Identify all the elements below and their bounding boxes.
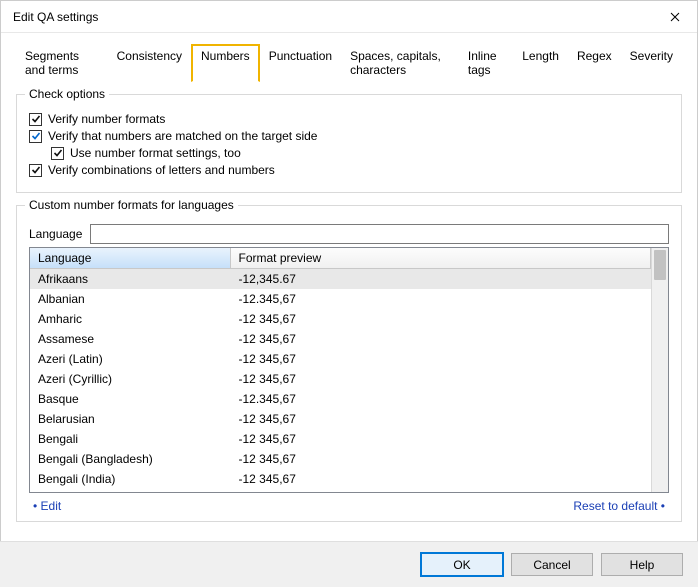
close-button[interactable] <box>653 1 697 33</box>
tab-consistency[interactable]: Consistency <box>108 44 191 82</box>
tab-segments-and-terms[interactable]: Segments and terms <box>16 44 108 82</box>
cell-preview: -12 345,67 <box>230 409 651 429</box>
tab-strip: Segments and termsConsistencyNumbersPunc… <box>16 43 682 82</box>
table-row[interactable]: Amharic-12 345,67 <box>30 309 651 329</box>
verify-letter-number-combos-row[interactable]: Verify combinations of letters and numbe… <box>29 163 669 177</box>
checkbox-icon <box>29 164 42 177</box>
cell-language: Assamese <box>30 329 230 349</box>
table-row[interactable]: Basque-12.345,67 <box>30 389 651 409</box>
language-input[interactable] <box>90 224 669 244</box>
table-row[interactable]: Albanian-12.345,67 <box>30 289 651 309</box>
cell-preview: -12 345,67 <box>230 429 651 449</box>
verify-number-formats-row[interactable]: Verify number formats <box>29 112 669 126</box>
edit-link[interactable]: Edit <box>33 499 61 513</box>
language-label: Language <box>29 227 82 241</box>
cell-preview: -12 345,67 <box>230 329 651 349</box>
cell-preview: -12 345,67 <box>230 449 651 469</box>
reset-default-link[interactable]: Reset to default <box>573 499 665 513</box>
ok-button[interactable]: OK <box>421 553 503 576</box>
checkbox-label: Use number format settings, too <box>70 146 241 160</box>
formats-table-scroll: Language Format preview Afrikaans-12,345… <box>30 248 651 492</box>
cell-language: Bengali <box>30 429 230 449</box>
cell-language: Afrikaans <box>30 269 230 290</box>
tab-punctuation[interactable]: Punctuation <box>260 44 341 82</box>
cell-preview: -12,345.67 <box>230 269 651 290</box>
tab-regex[interactable]: Regex <box>568 44 621 82</box>
help-button[interactable]: Help <box>601 553 683 576</box>
cell-preview: -12 345,67 <box>230 349 651 369</box>
button-bar: OK Cancel Help <box>0 541 698 587</box>
table-row[interactable]: Bengali (India)-12 345,67 <box>30 469 651 489</box>
cell-language: Amharic <box>30 309 230 329</box>
cell-preview: -12 345,67 <box>230 469 651 489</box>
cell-language: Basque <box>30 389 230 409</box>
cell-preview: -12.345,67 <box>230 389 651 409</box>
cell-preview: -12 345,67 <box>230 309 651 329</box>
table-row[interactable]: Bengali-12 345,67 <box>30 429 651 449</box>
column-header-language[interactable]: Language <box>30 248 230 269</box>
table-row[interactable]: Belarusian-12 345,67 <box>30 409 651 429</box>
checkbox-icon <box>29 130 42 143</box>
tab-spaces-capitals-characters[interactable]: Spaces, capitals, characters <box>341 44 459 82</box>
tab-inline-tags[interactable]: Inline tags <box>459 44 513 82</box>
cancel-button[interactable]: Cancel <box>511 553 593 576</box>
tab-numbers[interactable]: Numbers <box>191 44 260 82</box>
custom-formats-title: Custom number formats for languages <box>25 198 238 212</box>
cell-language: Belarusian <box>30 409 230 429</box>
check-options-group: Check options Verify number formats Veri… <box>16 94 682 193</box>
checkbox-label: Verify number formats <box>48 112 165 126</box>
table-row[interactable]: Bengali (Bangladesh)-12 345,67 <box>30 449 651 469</box>
table-row[interactable]: Assamese-12 345,67 <box>30 329 651 349</box>
tab-length[interactable]: Length <box>513 44 568 82</box>
tab-severity[interactable]: Severity <box>621 44 682 82</box>
cell-language: Azeri (Latin) <box>30 349 230 369</box>
cell-language: Azeri (Cyrillic) <box>30 369 230 389</box>
cell-preview: -12 345,67 <box>230 369 651 389</box>
cell-language: Bengali (India) <box>30 469 230 489</box>
close-icon <box>670 12 680 22</box>
custom-formats-group: Custom number formats for languages Lang… <box>16 205 682 522</box>
content-area: Segments and termsConsistencyNumbersPunc… <box>1 33 697 522</box>
checkbox-icon <box>51 147 64 160</box>
formats-table-wrap: Language Format preview Afrikaans-12,345… <box>29 247 669 493</box>
checkbox-label: Verify that numbers are matched on the t… <box>48 129 317 143</box>
column-header-preview[interactable]: Format preview <box>230 248 651 269</box>
language-filter-row: Language <box>29 224 669 244</box>
cell-language: Bengali (Bangladesh) <box>30 449 230 469</box>
scrollbar-thumb[interactable] <box>654 250 666 280</box>
table-links-row: Edit Reset to default <box>29 499 669 513</box>
checkbox-icon <box>29 113 42 126</box>
use-number-format-settings-row[interactable]: Use number format settings, too <box>51 146 669 160</box>
checkbox-label: Verify combinations of letters and numbe… <box>48 163 275 177</box>
table-row[interactable]: Azeri (Latin)-12 345,67 <box>30 349 651 369</box>
cell-preview: -12.345,67 <box>230 289 651 309</box>
table-row[interactable]: Azeri (Cyrillic)-12 345,67 <box>30 369 651 389</box>
window-title: Edit QA settings <box>13 10 98 24</box>
vertical-scrollbar[interactable] <box>651 248 668 492</box>
formats-table: Language Format preview Afrikaans-12,345… <box>30 248 651 489</box>
verify-numbers-matched-row[interactable]: Verify that numbers are matched on the t… <box>29 129 669 143</box>
table-row[interactable]: Afrikaans-12,345.67 <box>30 269 651 290</box>
cell-language: Albanian <box>30 289 230 309</box>
check-options-title: Check options <box>25 87 109 101</box>
titlebar: Edit QA settings <box>1 1 697 33</box>
